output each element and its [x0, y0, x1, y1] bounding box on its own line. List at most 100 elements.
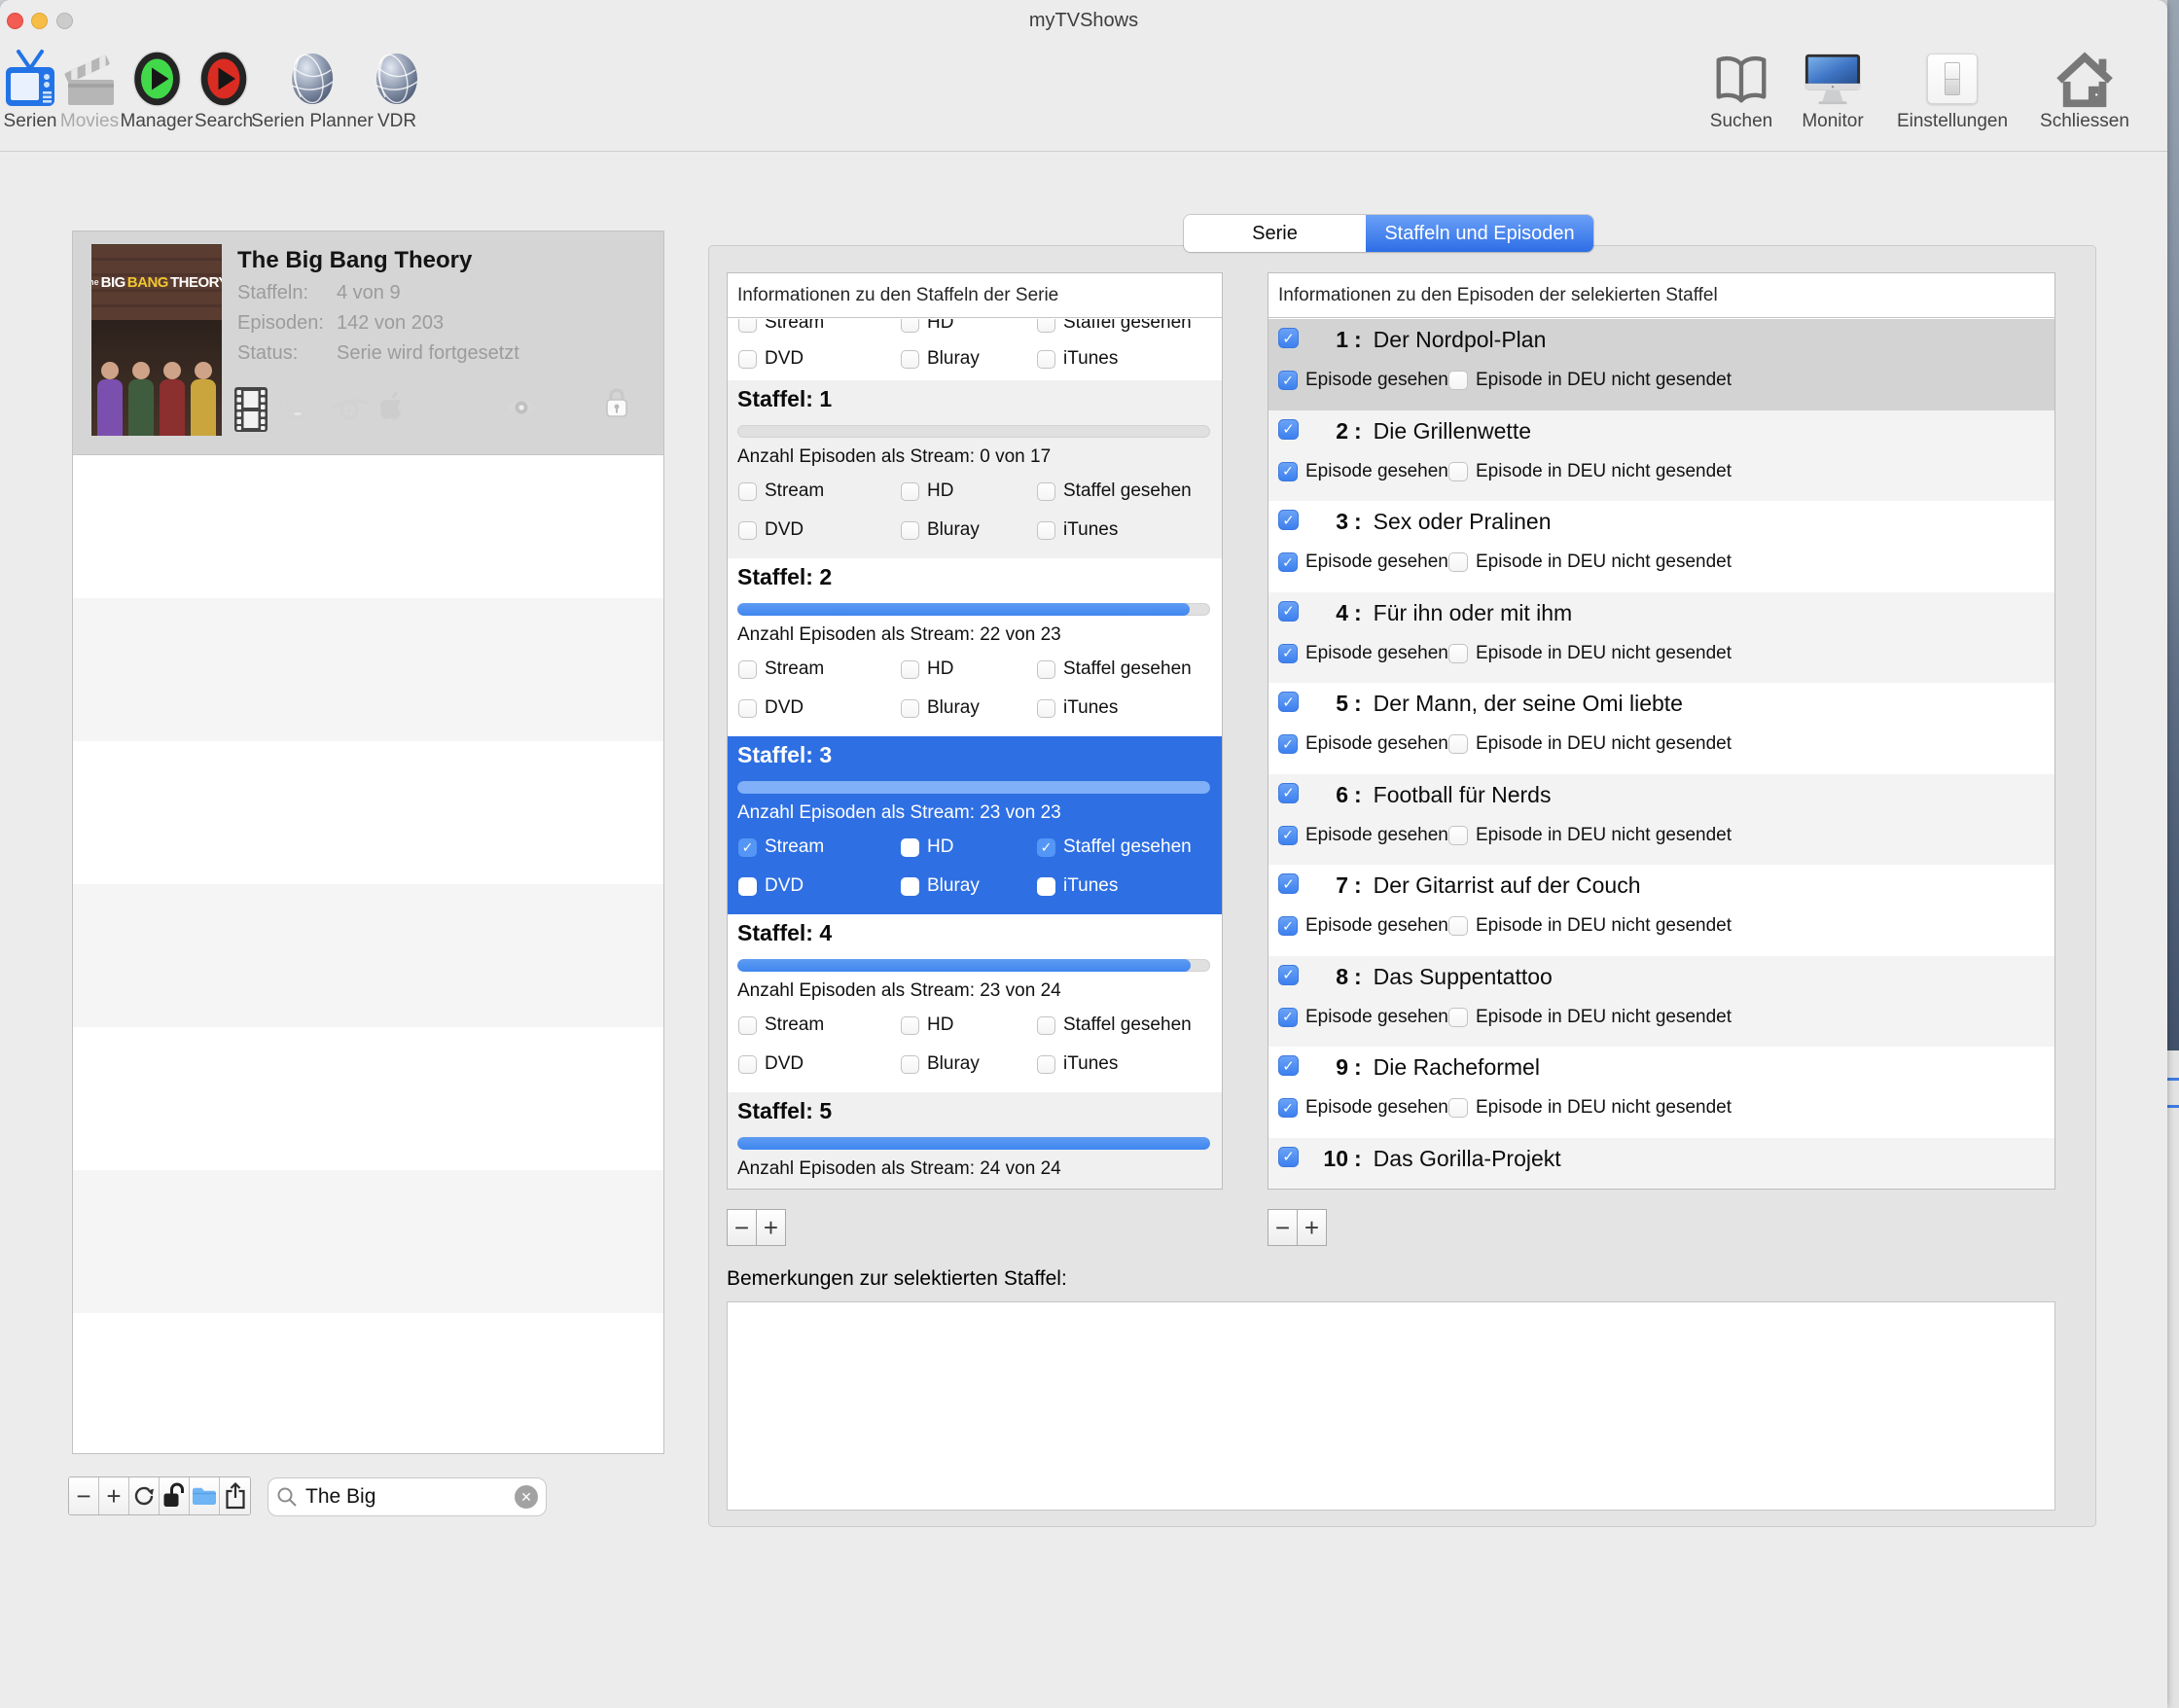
checkbox-bluray[interactable]: Bluray — [901, 872, 980, 900]
episode-deu-checkbox[interactable]: Episode in DEU nicht gesendet — [1448, 1094, 1732, 1121]
episode-gesehen-checkbox[interactable]: ✓Episode gesehen — [1278, 640, 1448, 667]
checkbox-stream[interactable]: ✓Stream — [738, 834, 824, 861]
tab-staffeln-und-episoden[interactable]: Staffeln und Episoden — [1366, 215, 1593, 252]
show-list-empty-row[interactable] — [73, 1170, 663, 1313]
episode-deu-checkbox[interactable]: Episode in DEU nicht gesendet — [1448, 1186, 1732, 1190]
toolbar-item-manager[interactable]: Manager — [121, 47, 194, 132]
episode-deu-checkbox[interactable]: Episode in DEU nicht gesendet — [1448, 912, 1732, 940]
episode-row-6[interactable]: ✓6:Football für Nerds✓Episode gesehenEpi… — [1268, 774, 2054, 866]
checkbox-dvd[interactable]: DVD — [738, 345, 804, 373]
clear-search-button[interactable]: ✕ — [515, 1485, 538, 1509]
episode-gesehen-checkbox[interactable]: ✓Episode gesehen — [1278, 912, 1448, 940]
checkbox-hd[interactable]: HD — [901, 478, 953, 505]
search-field[interactable]: ✕ — [268, 1477, 547, 1516]
episode-row-5[interactable]: ✓5:Der Mann, der seine Omi liebte✓Episod… — [1268, 683, 2054, 774]
checkbox-dvd[interactable]: DVD — [738, 872, 804, 900]
episode-deu-checkbox[interactable]: Episode in DEU nicht gesendet — [1448, 367, 1732, 394]
episode-row-3[interactable]: ✓3:Sex oder Pralinen✓Episode gesehenEpis… — [1268, 501, 2054, 592]
episode-deu-checkbox[interactable]: Episode in DEU nicht gesendet — [1448, 1004, 1732, 1031]
show-row-selected[interactable]: theBIGBANGTHEORY The Big Bang Theory Sta… — [73, 231, 663, 455]
lock-icon-slot[interactable] — [602, 385, 631, 420]
add-season-button[interactable]: + — [756, 1209, 786, 1246]
checkbox-dvd[interactable]: DVD — [738, 1050, 804, 1078]
checkbox-itunes[interactable]: iTunes — [1037, 872, 1118, 900]
episode-deu-checkbox[interactable]: Episode in DEU nicht gesendet — [1448, 458, 1732, 485]
remove-show-button[interactable]: − — [69, 1477, 99, 1514]
toolbar-item-einstellungen[interactable]: Einstellungen — [1897, 47, 2008, 132]
checkbox-dvd[interactable]: DVD — [738, 694, 804, 722]
refresh-button[interactable] — [129, 1477, 160, 1514]
checkbox-hd[interactable]: HD — [901, 319, 953, 337]
season-section-1[interactable]: Staffel: 1Anzahl Episoden als Stream: 0 … — [728, 380, 1222, 558]
checkbox-stream[interactable]: Stream — [738, 656, 824, 683]
seasons-list[interactable]: StreamHDStaffel gesehenDVDBlurayiTunesSt… — [728, 319, 1222, 1189]
episode-deu-checkbox[interactable]: Episode in DEU nicht gesendet — [1448, 822, 1732, 849]
share-button[interactable] — [220, 1477, 250, 1514]
checkbox-itunes[interactable]: iTunes — [1037, 1050, 1118, 1078]
show-list-empty-row[interactable] — [73, 1313, 663, 1454]
add-episode-button[interactable]: + — [1297, 1209, 1327, 1246]
toolbar-item-vdr[interactable]: VDR — [363, 47, 431, 132]
toolbar-item-search[interactable]: Search — [190, 47, 258, 132]
episode-row-1[interactable]: ✓1:Der Nordpol-Plan✓Episode gesehenEpiso… — [1268, 319, 2054, 410]
toolbar-item-schliessen[interactable]: Schliessen — [2040, 47, 2129, 132]
episode-gesehen-checkbox[interactable]: ✓Episode gesehen — [1278, 458, 1448, 485]
episode-row-7[interactable]: ✓7:Der Gitarrist auf der Couch✓Episode g… — [1268, 865, 2054, 956]
episode-row-9[interactable]: ✓9:Die Racheformel✓Episode gesehenEpisod… — [1268, 1047, 2054, 1138]
season-section-3[interactable]: Staffel: 3Anzahl Episoden als Stream: 23… — [728, 736, 1222, 914]
show-list-empty-row[interactable] — [73, 1027, 663, 1170]
season-section-2[interactable]: Staffel: 2Anzahl Episoden als Stream: 22… — [728, 558, 1222, 736]
episode-deu-checkbox[interactable]: Episode in DEU nicht gesendet — [1448, 549, 1732, 576]
show-list-empty-row[interactable] — [73, 741, 663, 884]
checkbox-hd[interactable]: HD — [901, 834, 953, 861]
episode-row-4[interactable]: ✓4:Für ihn oder mit ihm✓Episode gesehenE… — [1268, 592, 2054, 684]
lock-button[interactable] — [160, 1477, 190, 1514]
checkbox-bluray[interactable]: Bluray — [901, 345, 980, 373]
episodes-list[interactable]: ✓1:Der Nordpol-Plan✓Episode gesehenEpiso… — [1268, 319, 2054, 1189]
episode-row-2[interactable]: ✓2:Die Grillenwette✓Episode gesehenEpiso… — [1268, 410, 2054, 502]
checkbox-itunes[interactable]: iTunes — [1037, 694, 1118, 722]
checkbox-staffel-gesehen[interactable]: Staffel gesehen — [1037, 1012, 1192, 1039]
checkbox-dvd[interactable]: DVD — [738, 516, 804, 544]
episode-gesehen-checkbox[interactable]: ✓Episode gesehen — [1278, 1094, 1448, 1121]
checkbox-hd[interactable]: HD — [901, 1012, 953, 1039]
episode-deu-checkbox[interactable]: Episode in DEU nicht gesendet — [1448, 640, 1732, 667]
episode-deu-checkbox[interactable]: Episode in DEU nicht gesendet — [1448, 730, 1732, 758]
season-section-4[interactable]: Staffel: 4Anzahl Episoden als Stream: 23… — [728, 914, 1222, 1092]
add-show-button[interactable]: + — [99, 1477, 129, 1514]
checkbox-bluray[interactable]: Bluray — [901, 516, 980, 544]
toolbar-item-suchen[interactable]: Suchen — [1707, 47, 1775, 132]
checkbox-stream[interactable]: Stream — [738, 478, 824, 505]
episode-gesehen-checkbox[interactable]: ✓Episode gesehen — [1278, 367, 1448, 394]
season-section-5[interactable]: Staffel: 5Anzahl Episoden als Stream: 24… — [728, 1092, 1222, 1189]
episode-row-8[interactable]: ✓8:Das Suppentattoo✓Episode gesehenEpiso… — [1268, 956, 2054, 1048]
remove-season-button[interactable]: − — [727, 1209, 757, 1246]
search-input[interactable] — [305, 1485, 515, 1509]
checkbox-itunes[interactable]: iTunes — [1037, 516, 1118, 544]
toolbar-item-monitor[interactable]: Monitor — [1799, 47, 1867, 132]
checkbox-itunes[interactable]: iTunes — [1037, 345, 1118, 373]
checkbox-staffel-gesehen[interactable]: Staffel gesehen — [1037, 656, 1192, 683]
tab-serie[interactable]: Serie — [1184, 215, 1366, 252]
remove-episode-button[interactable]: − — [1268, 1209, 1298, 1246]
episode-gesehen-checkbox[interactable]: ✓Episode gesehen — [1278, 1186, 1448, 1190]
season-notes-textarea[interactable] — [727, 1301, 2055, 1511]
folder-button[interactable] — [190, 1477, 220, 1514]
checkbox-staffel-gesehen[interactable]: ✓Staffel gesehen — [1037, 834, 1192, 861]
show-list-empty-row[interactable] — [73, 598, 663, 741]
show-list-empty-row[interactable] — [73, 884, 663, 1027]
episode-gesehen-checkbox[interactable]: ✓Episode gesehen — [1278, 549, 1448, 576]
shows-table[interactable]: theBIGBANGTHEORY The Big Bang Theory Sta… — [72, 231, 664, 1454]
checkbox-stream[interactable]: Stream — [738, 319, 824, 337]
checkbox-staffel-gesehen[interactable]: Staffel gesehen — [1037, 319, 1192, 337]
show-list-empty-row[interactable] — [73, 455, 663, 598]
toolbar-item-serien-planner[interactable]: Serien Planner — [251, 47, 374, 132]
checkbox-staffel-gesehen[interactable]: Staffel gesehen — [1037, 478, 1192, 505]
checkbox-bluray[interactable]: Bluray — [901, 1050, 980, 1078]
checkbox-bluray[interactable]: Bluray — [901, 694, 980, 722]
episode-gesehen-checkbox[interactable]: ✓Episode gesehen — [1278, 1004, 1448, 1031]
checkbox-stream[interactable]: Stream — [738, 1012, 824, 1039]
episode-row-10[interactable]: ✓10:Das Gorilla-Projekt✓Episode gesehenE… — [1268, 1138, 2054, 1190]
toolbar-item-movies[interactable]: Movies — [55, 47, 124, 132]
checkbox-hd[interactable]: HD — [901, 656, 953, 683]
